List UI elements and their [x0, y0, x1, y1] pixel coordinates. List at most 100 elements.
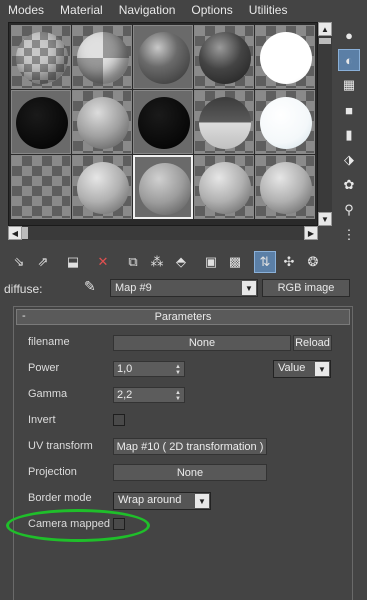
material-toolbar: ⇘ ⇗ ⬓ ✕ ⧉ ⁂ ⬘ ▣ ▩ ⇅ ✣ ❂	[8, 250, 364, 274]
slots-vertical-scrollbar[interactable]: ▲ ▼	[318, 22, 332, 226]
sample-slots-panel	[8, 22, 318, 226]
video-color-check-icon[interactable]: ▮	[338, 124, 360, 146]
go-to-parent-icon[interactable]: ✣	[278, 251, 300, 273]
go-forward-icon[interactable]: ❂	[302, 251, 324, 273]
invert-checkbox[interactable]	[113, 414, 125, 426]
material-slot[interactable]	[11, 155, 71, 219]
material-slot[interactable]	[72, 90, 132, 154]
material-slot[interactable]	[133, 25, 193, 89]
menu-bar: Modes Material Navigation Options Utilities	[0, 0, 367, 20]
material-sphere-preview	[199, 162, 251, 214]
material-slot[interactable]	[255, 90, 315, 154]
material-slot[interactable]	[11, 25, 71, 89]
filename-label: filename	[28, 336, 70, 348]
rollout-title: Parameters	[154, 311, 212, 323]
gamma-spinner[interactable]: 2,2 ▲ ▼	[113, 387, 185, 403]
material-slot[interactable]	[72, 155, 132, 219]
delete-icon[interactable]: ✕	[92, 251, 114, 273]
projection-button[interactable]: None	[113, 464, 267, 481]
sample-type-icon[interactable]: ●	[338, 24, 360, 46]
gamma-label: Gamma	[28, 388, 68, 400]
menu-modes[interactable]: Modes	[0, 3, 52, 17]
menu-material[interactable]: Material	[52, 3, 111, 17]
menu-options[interactable]: Options	[183, 3, 240, 17]
material-slot[interactable]	[255, 25, 315, 89]
backlight-icon[interactable]: ◐	[338, 49, 360, 71]
material-sphere-preview	[260, 162, 312, 214]
filename-button[interactable]: None	[113, 335, 291, 351]
scroll-right-icon[interactable]: ▶	[304, 226, 318, 240]
make-unique-icon[interactable]: ⁂	[146, 251, 168, 273]
material-slot[interactable]	[194, 25, 254, 89]
sample-slots-grid	[11, 25, 315, 219]
copy-material-icon[interactable]: ⧉	[122, 251, 144, 273]
border-mode-value: Wrap around	[118, 494, 182, 506]
reload-button[interactable]: Reload	[293, 335, 332, 351]
material-map-navigator-icon[interactable]: ⋮	[338, 224, 360, 246]
material-sphere-preview	[138, 32, 190, 84]
map-name-field[interactable]: Map #9 ▼	[110, 279, 258, 297]
menu-navigation[interactable]: Navigation	[111, 3, 184, 17]
power-mode-value: Value	[278, 362, 306, 374]
material-slot[interactable]	[194, 155, 254, 219]
scroll-thumb[interactable]	[319, 38, 331, 44]
scroll-down-icon[interactable]: ▼	[318, 212, 332, 226]
map-type-button[interactable]: RGB image	[262, 279, 350, 297]
material-id-icon[interactable]: ▣	[200, 251, 222, 273]
material-slot[interactable]	[255, 155, 315, 219]
material-sphere-preview	[260, 97, 312, 149]
spinner-arrows-icon[interactable]: ▲ ▼	[173, 363, 183, 376]
rollout-header[interactable]: - Parameters	[16, 309, 350, 325]
scroll-left-icon[interactable]: ◀	[8, 226, 22, 240]
select-by-material-icon[interactable]: ⚲	[338, 199, 360, 221]
chevron-down-icon[interactable]: ▼	[315, 362, 329, 376]
material-sphere-preview	[139, 163, 191, 215]
scroll-up-icon[interactable]: ▲	[318, 22, 332, 36]
put-material-icon[interactable]: ⇗	[32, 251, 54, 273]
uv-transform-button[interactable]: Map #10 ( 2D transformation )	[113, 438, 267, 455]
material-sphere-preview	[199, 32, 251, 84]
material-slot[interactable]	[133, 90, 193, 154]
sample-uv-tiling-icon[interactable]: ■	[338, 99, 360, 121]
material-sphere-preview	[16, 97, 68, 149]
eyedropper-icon[interactable]: ✎	[84, 278, 104, 298]
material-slot[interactable]	[133, 155, 193, 219]
get-material-icon[interactable]: ⇘	[8, 251, 30, 273]
menu-utilities[interactable]: Utilities	[241, 3, 296, 17]
material-sphere-preview	[138, 97, 190, 149]
material-slot[interactable]	[72, 25, 132, 89]
collapse-icon[interactable]: -	[22, 310, 26, 322]
material-sphere-preview	[77, 32, 129, 84]
material-slot[interactable]	[11, 90, 71, 154]
assign-material-icon[interactable]: ⬓	[62, 251, 84, 273]
put-to-library-icon[interactable]: ⬘	[170, 251, 192, 273]
power-label: Power	[28, 362, 60, 374]
material-slot[interactable]	[194, 90, 254, 154]
material-sphere-preview	[77, 97, 129, 149]
uv-transform-label: UV transform	[28, 440, 93, 452]
projection-label: Projection	[28, 466, 77, 478]
map-name-value: Map #9	[115, 282, 152, 294]
power-value: 1,0	[117, 363, 133, 375]
border-mode-label: Border mode	[28, 492, 92, 504]
chevron-down-icon[interactable]: ▼	[242, 281, 256, 295]
chevron-down-icon[interactable]: ▼	[195, 494, 209, 508]
power-spinner[interactable]: 1,0 ▲ ▼	[113, 361, 185, 377]
background-icon[interactable]: ▦	[338, 74, 360, 96]
material-sphere-preview	[260, 32, 312, 84]
make-preview-icon[interactable]: ⬗	[338, 149, 360, 171]
show-end-result-icon[interactable]: ⇅	[254, 251, 276, 273]
side-toolbar: ● ◐ ▦ ■ ▮ ⬗ ✿ ⚲ ⋮	[338, 24, 360, 249]
highlight-ellipse	[6, 509, 150, 542]
spinner-arrows-icon[interactable]: ▲ ▼	[173, 389, 183, 402]
border-mode-dropdown[interactable]: Wrap around ▼	[113, 492, 211, 510]
show-map-in-viewport-icon[interactable]: ▩	[224, 251, 246, 273]
power-mode-dropdown[interactable]: Value ▼	[273, 360, 331, 378]
scroll-thumb[interactable]	[22, 227, 28, 239]
slots-horizontal-scrollbar[interactable]: ◀ ▶	[8, 226, 318, 240]
material-sphere-preview	[77, 162, 129, 214]
material-sphere-preview	[199, 97, 251, 149]
gamma-value: 2,2	[117, 389, 133, 401]
options-icon[interactable]: ✿	[338, 174, 360, 196]
diffuse-label: diffuse:	[4, 282, 43, 296]
